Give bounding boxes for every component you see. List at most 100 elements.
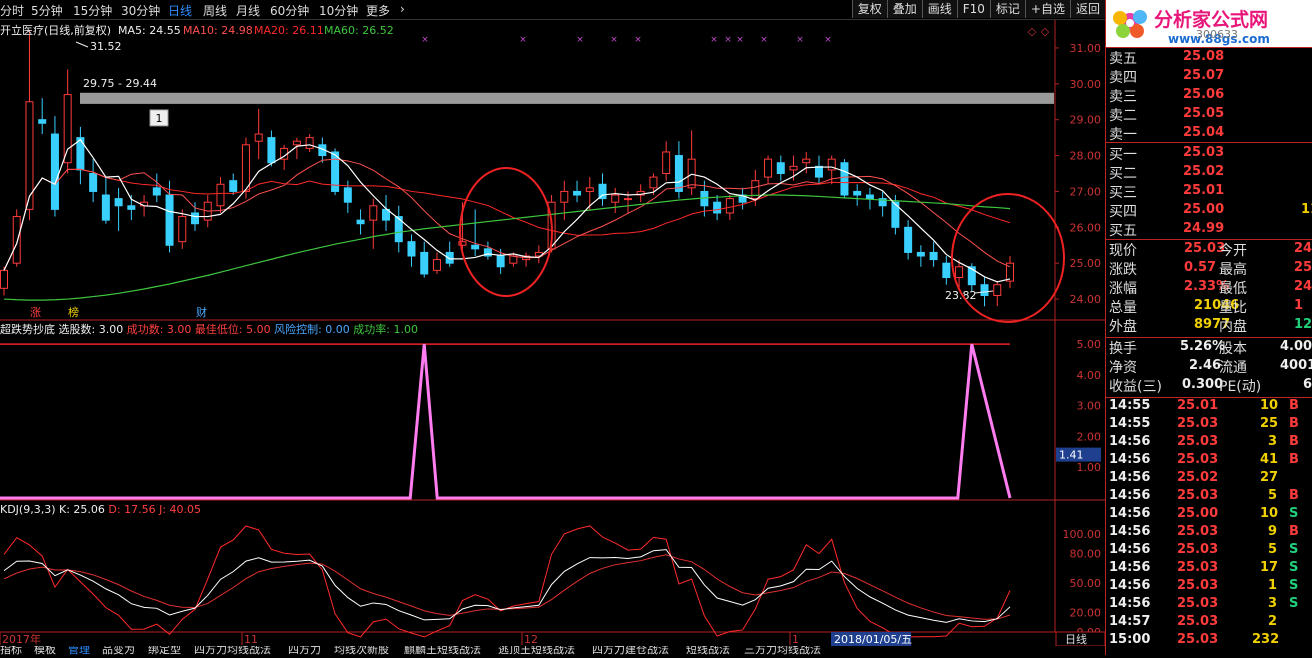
bottom-tab-11[interactable]: 短线战法: [686, 646, 730, 655]
buy-level-label: 买三: [1109, 185, 1137, 201]
marker-x: ×: [421, 35, 429, 45]
tick-price: 25.01: [1177, 398, 1219, 413]
indicator-current-value: 1.41: [1059, 449, 1084, 462]
gap-bar: [80, 92, 1054, 104]
candle-body: [241, 144, 250, 192]
candle-body: [993, 284, 1002, 296]
toolbar-button-5[interactable]: +自选: [1024, 0, 1070, 18]
kdj-tick-label: 20.00: [1070, 606, 1102, 619]
stock-chart[interactable]: 31.00 30.00 29.00 28.00 27.00 26.00 25.00 24.00…: [0, 20, 1106, 655]
candle-body: [178, 216, 187, 243]
timeframe-9[interactable]: 更多: [366, 2, 390, 19]
candle-body: [776, 162, 785, 175]
bottom-tab-6[interactable]: 四方力: [288, 646, 321, 655]
timeframe-5[interactable]: 周线: [203, 2, 227, 19]
more-arrow-icon[interactable]: ›: [400, 2, 405, 16]
quote-label: 内盘: [1219, 319, 1247, 335]
bottom-tab-10[interactable]: 四方力建仓战法: [592, 646, 669, 655]
timeframe-6[interactable]: 月线: [236, 2, 260, 19]
toolbar-button-3[interactable]: F10: [956, 0, 990, 18]
period-toolbar: 分时 5分钟 15分钟 30分钟 日线 周线 月线 60分钟 10分钟 更多 › 复权 叠加 画线 F10…: [0, 0, 1105, 20]
timeframe-7[interactable]: 60分钟: [270, 2, 309, 19]
candle-body: [955, 266, 964, 279]
date-label-2: 12: [524, 633, 538, 646]
bottom-tab-8[interactable]: 麒麟王短线战法: [404, 646, 481, 655]
timeframe-1[interactable]: 5分钟: [31, 2, 63, 19]
timeframe-0[interactable]: 分时: [0, 2, 24, 19]
ma10-label: MA10: 24.98: [183, 24, 253, 37]
candle-body: [725, 198, 734, 214]
timeframe-4[interactable]: 日线: [168, 2, 192, 19]
candle-body: [152, 187, 161, 196]
candle-body: [942, 262, 951, 279]
tick-price: 25.03: [1177, 452, 1219, 467]
bottom-tab-2[interactable]: 管理: [68, 646, 90, 655]
bottom-tab-0[interactable]: 指标: [0, 646, 22, 655]
bottom-tab-4[interactable]: 绑定型: [148, 646, 181, 655]
date-label-3: 1: [792, 633, 799, 646]
candle-body: [573, 190, 582, 196]
tick-time: 14:57: [1109, 614, 1151, 629]
candle-body: [420, 251, 429, 275]
tick-price: 25.03: [1177, 524, 1219, 539]
tick-volume: 25: [1260, 416, 1279, 431]
candle-body: [471, 244, 480, 250]
tick-time: 14:56: [1109, 542, 1151, 557]
indicator-item-0: 超跌势抄底: [0, 322, 55, 336]
kdj-k-line: [3, 549, 1011, 623]
tick-side: B: [1289, 398, 1299, 413]
timeframe-3[interactable]: 30分钟: [121, 2, 160, 19]
price-tick-label: 31.00: [1070, 42, 1102, 55]
indicator-item-4: 风险控制: 0.00: [271, 322, 350, 336]
candle-body: [305, 137, 314, 149]
gap-label: 29.75 - 29.44: [83, 77, 157, 90]
tick-time: 14:56: [1109, 560, 1151, 575]
candle-body: [63, 94, 72, 164]
ma5-line: [3, 138, 1011, 283]
toolbar-button-0[interactable]: 复权: [851, 0, 887, 18]
sell-level-label: 卖一: [1109, 127, 1137, 143]
tick-volume: 3: [1268, 596, 1278, 611]
tick-volume: 1: [1268, 578, 1278, 593]
chart-area[interactable]: 31.00 30.00 29.00 28.00 27.00 26.00 25.00 24.00…: [0, 20, 1106, 655]
timeframe-2[interactable]: 15分钟: [73, 2, 112, 19]
bottom-tab-7[interactable]: 均线次新股: [334, 646, 389, 655]
tick-time: 14:55: [1109, 416, 1151, 431]
toolbar-button-2[interactable]: 画线: [921, 0, 957, 18]
timeframe-8[interactable]: 10分钟: [319, 2, 358, 19]
toolbar-button-1[interactable]: 叠加: [886, 0, 922, 18]
candle-body: [165, 194, 174, 246]
stat-label: PE(动): [1219, 379, 1262, 395]
bottom-tab-9[interactable]: 逃顶王短线战法: [498, 646, 575, 655]
toolbar-button-4[interactable]: 标记: [989, 0, 1025, 18]
bottom-tab-3[interactable]: 品变为: [102, 646, 135, 655]
marker-x: ×: [634, 35, 642, 45]
candle-body: [267, 137, 276, 164]
candle-body: [904, 226, 913, 253]
bottom-tab-1[interactable]: 模板: [34, 646, 56, 655]
buy-level-label: 买五: [1109, 223, 1137, 239]
bottom-tab-5[interactable]: 四方力均线战法: [194, 646, 271, 655]
tick-side: S: [1289, 542, 1299, 557]
buy-level-price: 24.99: [1183, 221, 1225, 236]
toolbar-button-6[interactable]: 返回: [1069, 0, 1105, 18]
price-tick-label: 29.00: [1070, 114, 1102, 127]
marker-x: ×: [796, 35, 804, 45]
candle-body: [713, 201, 722, 214]
tick-side: S: [1289, 578, 1299, 593]
indicator-item-3: 最佳低位: 5.00: [191, 322, 270, 336]
candle-body: [662, 151, 671, 175]
candle-body: [292, 140, 301, 146]
quote-value: 24: [1294, 241, 1312, 256]
price-tick-label: 25.00: [1070, 257, 1102, 270]
tick-price: 25.00: [1177, 506, 1219, 521]
sep: [1106, 142, 1312, 143]
bottom-tab-12[interactable]: 三方力均线战法: [744, 646, 821, 655]
stat-label: 换手: [1109, 341, 1137, 357]
candle-body: [216, 183, 225, 207]
candle-body: [674, 155, 683, 192]
tick-side: B: [1289, 416, 1299, 431]
period-label: 日线: [1065, 632, 1087, 646]
candle-body: [853, 190, 862, 196]
candle-body: [38, 119, 47, 124]
